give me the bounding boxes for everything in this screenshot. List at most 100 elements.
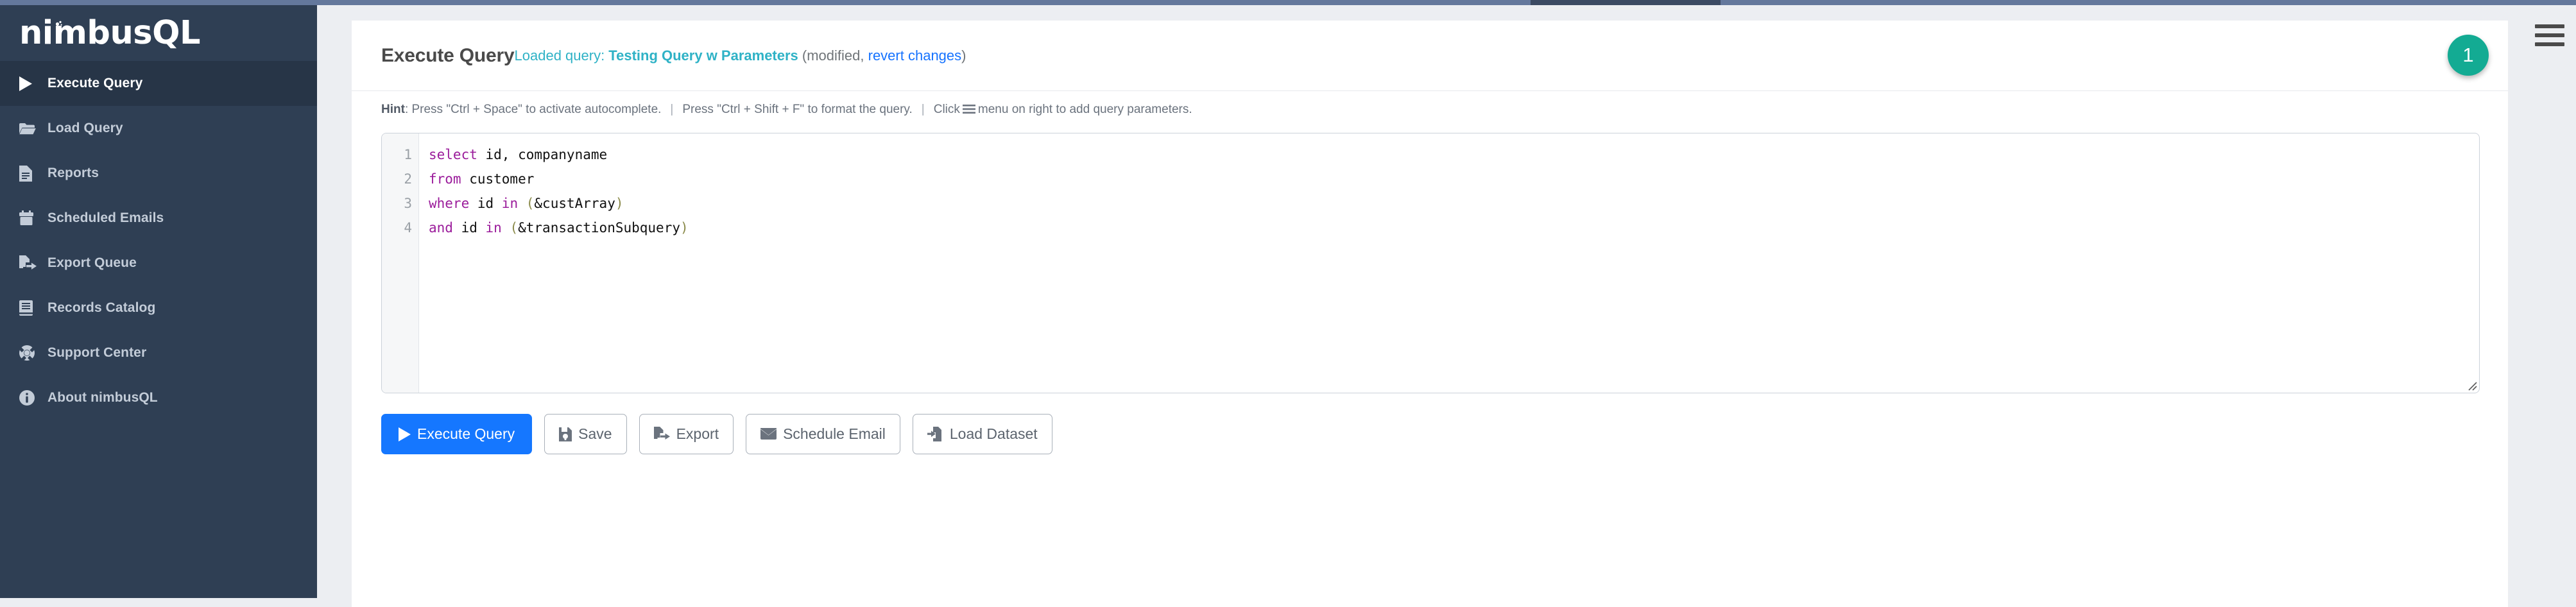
code-token: id [452, 220, 486, 235]
right-rail [2508, 5, 2576, 607]
code-token: ( [526, 196, 535, 211]
line-number: 1 [404, 147, 412, 162]
play-icon [399, 427, 411, 441]
loaded-query-prefix: Loaded query: [514, 47, 609, 64]
revert-changes-link[interactable]: revert changes [868, 47, 962, 64]
line-number: 3 [404, 196, 412, 211]
save-icon [559, 427, 572, 441]
hint-part-3-post: menu on right to add query parameters. [977, 103, 1192, 116]
code-token: &transactionSubquery [518, 220, 680, 235]
code-line: select id, companyname [429, 142, 2479, 167]
file-export-icon [653, 427, 670, 441]
sidebar-item-label: Reports [47, 166, 99, 180]
file-export-icon [19, 255, 37, 271]
line-number-gutter: 1 2 3 4 [382, 133, 419, 393]
code-token: and [429, 220, 453, 235]
load-dataset-button[interactable]: Load Dataset [912, 414, 1052, 454]
code-line: and id in (&transactionSubquery) [429, 216, 2479, 240]
sidebar-item-reports[interactable]: Reports [0, 151, 317, 196]
life-ring-icon [19, 345, 37, 361]
sidebar-item-label: Export Queue [47, 255, 137, 270]
button-label: Execute Query [417, 425, 515, 442]
envelope-icon [760, 428, 777, 440]
content-panel: Execute Query Loaded query: Testing Quer… [352, 21, 2508, 607]
hint-separator-1: | [670, 103, 674, 116]
export-button[interactable]: Export [639, 414, 734, 454]
book-icon [19, 300, 37, 316]
document-icon [19, 165, 37, 182]
hint-part-3-pre: Click [933, 103, 960, 116]
sql-code-content[interactable]: select id, companyname from customer where… [420, 142, 2479, 393]
resize-grip-icon[interactable] [2466, 379, 2477, 391]
modified-close-text: ) [961, 47, 966, 64]
sidebar: nimbusQL Execute Query Load Query Report… [0, 5, 317, 598]
hint-separator-2: | [921, 103, 925, 116]
sql-editor[interactable]: 1 2 3 4 select id, companyname from custo… [381, 133, 2480, 393]
sidebar-item-scheduled-emails[interactable]: Scheduled Emails [0, 196, 317, 241]
code-token: in [501, 196, 519, 211]
main-area: Execute Query Loaded query: Testing Quer… [317, 5, 2576, 607]
line-number: 2 [404, 171, 412, 187]
code-token: where [429, 196, 470, 211]
sidebar-item-execute-query[interactable]: Execute Query [0, 61, 317, 106]
hamburger-menu-icon[interactable] [2535, 24, 2564, 51]
hamburger-menu-icon [962, 104, 975, 118]
code-line: from customer [429, 167, 2479, 191]
sidebar-item-export-queue[interactable]: Export Queue [0, 241, 317, 286]
sidebar-item-label: Records Catalog [47, 300, 156, 315]
code-token: ) [680, 220, 689, 235]
button-label: Schedule Email [783, 425, 886, 442]
code-token: in [485, 220, 502, 235]
sidebar-item-support-center[interactable]: Support Center [0, 330, 317, 375]
page-title: Execute Query [381, 44, 515, 66]
code-token: &custArray [534, 196, 615, 211]
code-token: from [429, 171, 461, 187]
calendar-icon [19, 210, 37, 226]
hint-part-2: Press "Ctrl + Shift + F" to format the q… [682, 103, 913, 116]
window-horizontal-scrollbar[interactable] [0, 0, 2576, 5]
hamburger-bar [2535, 33, 2564, 37]
play-icon [19, 76, 37, 91]
sidebar-item-label: Support Center [47, 345, 147, 360]
modified-open-text: (modified, [798, 47, 868, 64]
code-token: id, companyname [477, 147, 608, 162]
hint-part-1: : Press "Ctrl + Space" to activate autoc… [404, 103, 662, 116]
brand-label: nimbusQL [19, 14, 200, 52]
loaded-query-status: Loaded query: Testing Query w Parameters… [515, 47, 966, 64]
button-label: Load Dataset [949, 425, 1038, 442]
save-button[interactable]: Save [544, 414, 627, 454]
execute-query-button[interactable]: Execute Query [381, 414, 533, 454]
code-token: select [429, 147, 477, 162]
sidebar-item-label: About nimbusQL [47, 390, 158, 405]
sidebar-item-records-catalog[interactable]: Records Catalog [0, 286, 317, 330]
flask-icon [55, 21, 62, 39]
panel-header: Execute Query Loaded query: Testing Quer… [352, 21, 2508, 91]
hint-text: Hint: Press "Ctrl + Space" to activate a… [352, 91, 2508, 118]
sidebar-item-label: Execute Query [47, 76, 143, 90]
brand-logo[interactable]: nimbusQL [0, 5, 317, 61]
sidebar-item-load-query[interactable]: Load Query [0, 106, 317, 151]
status-badge[interactable]: 1 [2448, 35, 2489, 76]
code-token: ) [615, 196, 624, 211]
folder-open-icon [19, 121, 37, 136]
button-label: Export [676, 425, 719, 442]
schedule-email-button[interactable]: Schedule Email [746, 414, 900, 454]
code-token: ( [510, 220, 519, 235]
sidebar-item-about-nimbusql[interactable]: About nimbusQL [0, 375, 317, 420]
scrollbar-thumb[interactable] [1531, 0, 1721, 5]
hamburger-bar [2535, 24, 2564, 28]
code-token: customer [461, 171, 535, 187]
app-shell: nimbusQL Execute Query Load Query Report… [0, 5, 2576, 607]
button-label: Save [578, 425, 612, 442]
info-circle-icon [19, 390, 37, 406]
code-token: id [469, 196, 502, 211]
import-icon [927, 427, 943, 441]
hint-label: Hint [381, 103, 405, 116]
sidebar-item-label: Scheduled Emails [47, 210, 164, 225]
line-number: 4 [404, 220, 412, 235]
code-line: where id in (&custArray) [429, 191, 2479, 216]
loaded-query-name: Testing Query w Parameters [608, 47, 798, 64]
hamburger-bar [2535, 42, 2564, 46]
